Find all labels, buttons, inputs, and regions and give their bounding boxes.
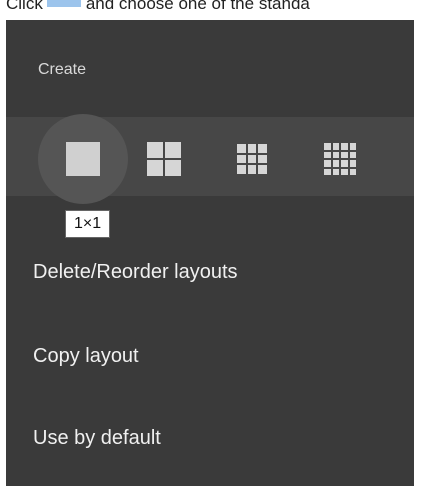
grid-3x3-icon	[237, 144, 267, 174]
grid-3x3-button[interactable]	[220, 127, 284, 191]
grid-1x1-button[interactable]	[38, 114, 128, 204]
page: Click and choose one of the standa Create	[0, 0, 428, 486]
create-section-label: Create	[38, 61, 87, 78]
doc-text-after: and choose one of the standa	[85, 0, 310, 13]
grid-2x2-icon	[147, 142, 181, 176]
doc-text-before: Click	[6, 0, 43, 13]
grid-1x1-icon	[66, 142, 100, 176]
grid-2x2-button[interactable]	[132, 127, 196, 191]
copy-layout-item[interactable]: Copy layout	[33, 345, 139, 368]
layout-menu: Create Delete/Reorder layouts Copy layou…	[6, 20, 414, 486]
grid-4x4-button[interactable]	[308, 127, 372, 191]
use-by-default-item[interactable]: Use by default	[33, 427, 161, 450]
grid-4x4-icon	[324, 143, 356, 175]
inline-menu-icon	[46, 0, 81, 7]
doc-instruction-line: Click and choose one of the standa	[6, 0, 428, 14]
delete-reorder-layouts-item[interactable]: Delete/Reorder layouts	[33, 261, 238, 284]
grid-layout-row	[6, 114, 414, 204]
grid-tooltip: 1×1	[65, 210, 111, 238]
